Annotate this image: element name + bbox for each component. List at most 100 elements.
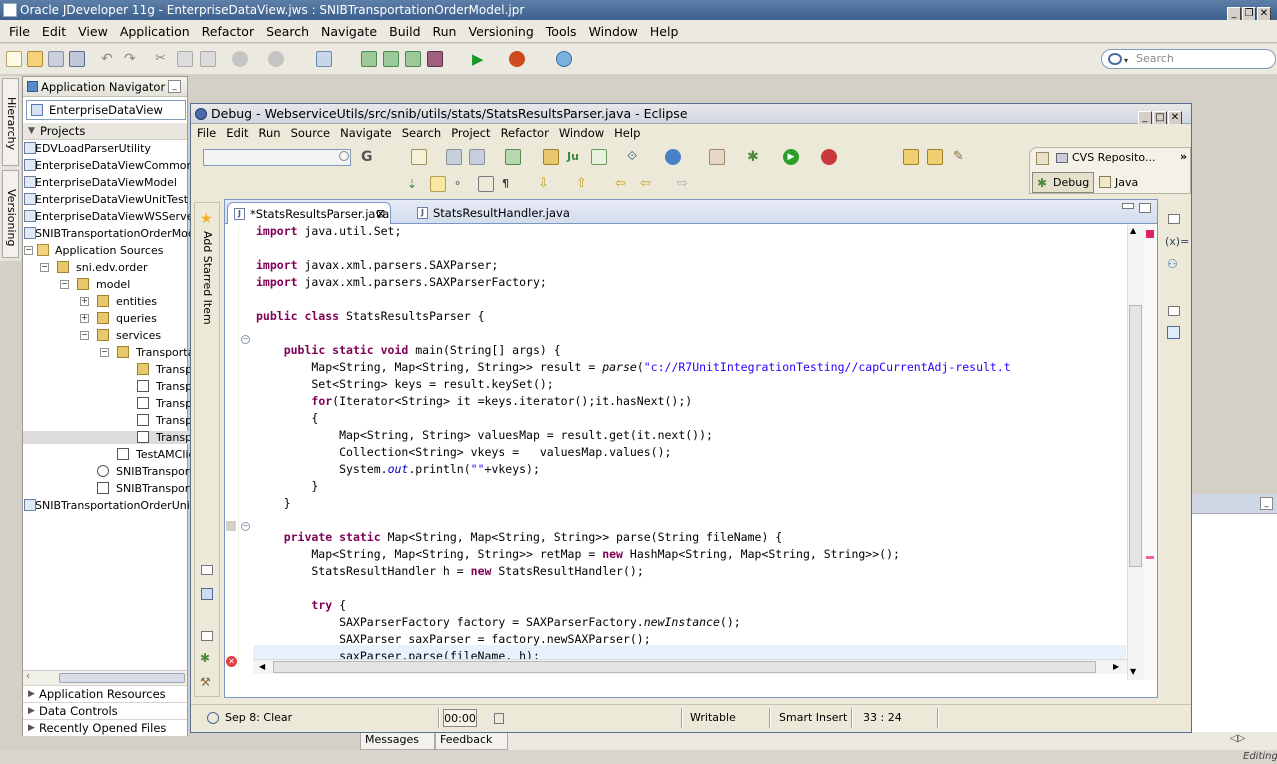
expand-icon[interactable]: +	[80, 297, 89, 306]
copy-icon[interactable]	[177, 51, 193, 67]
globe-icon[interactable]	[665, 149, 681, 165]
star-icon[interactable]: ★	[200, 211, 213, 227]
menu-build[interactable]: Build	[383, 20, 426, 43]
error-marker[interactable]	[1146, 230, 1154, 238]
scroll-left-icon[interactable]: ‹	[26, 671, 30, 682]
error-marker[interactable]	[1146, 556, 1154, 559]
external-tools-icon[interactable]	[821, 149, 837, 165]
minimize-icon[interactable]	[1122, 203, 1134, 209]
new-class-icon[interactable]	[591, 149, 607, 165]
tree-item[interactable]: − services	[23, 327, 161, 344]
make-icon[interactable]	[316, 51, 332, 67]
restore-icon[interactable]: ❐	[1242, 7, 1256, 21]
rebuild-icon[interactable]	[383, 51, 399, 67]
coverage-icon[interactable]	[709, 149, 725, 165]
menu-source[interactable]: Source	[286, 124, 336, 143]
collapse-icon[interactable]: −	[24, 246, 33, 255]
tree-item[interactable]: + entities	[23, 293, 157, 310]
close-icon[interactable]: ✕	[1257, 7, 1271, 21]
paste-icon[interactable]	[200, 51, 216, 67]
debug-bug-icon[interactable]: ✱	[747, 149, 763, 165]
google-search-icon[interactable]: G	[361, 149, 377, 165]
save-icon[interactable]	[446, 149, 462, 165]
folder-icon[interactable]	[927, 149, 943, 165]
tree-item[interactable]: EDVLoadParserUtility	[23, 140, 151, 157]
fold-icon[interactable]: −	[241, 335, 250, 344]
undo-icon[interactable]: ↶	[101, 51, 117, 67]
menu-search[interactable]: Search	[397, 124, 447, 143]
tree-item[interactable]: EnterpriseDataViewUnitTest	[23, 191, 188, 208]
menu-search[interactable]: Search	[260, 20, 315, 43]
build-icon[interactable]	[361, 51, 377, 67]
new-icon[interactable]	[411, 149, 427, 165]
tree-item[interactable]: SNIBTransportationOrderUnitTe	[23, 497, 206, 514]
scroll-up-icon[interactable]: ▲	[1130, 226, 1136, 235]
restore-icon[interactable]	[1168, 214, 1180, 224]
tree-item[interactable]: SNIBTransportationOrderModel	[23, 225, 205, 242]
editor-vertical-scrollbar[interactable]: ▲ ▼	[1127, 225, 1143, 680]
menu-project[interactable]: Project	[446, 124, 495, 143]
error-icon[interactable]: ✕	[226, 656, 237, 667]
collapse-icon[interactable]: −	[80, 331, 89, 340]
open-perspective-icon[interactable]	[1036, 152, 1049, 165]
scroll-left-icon[interactable]: ◀	[259, 660, 265, 674]
redo-icon[interactable]: ↷	[124, 51, 140, 67]
open-icon[interactable]	[27, 51, 43, 67]
editor-horizontal-scrollbar[interactable]: ◀ ▶	[253, 659, 1127, 674]
minimize-icon[interactable]: _	[168, 80, 181, 93]
tree-item[interactable]: Transp	[23, 429, 193, 446]
navigator-horizontal-scrollbar[interactable]: ‹	[23, 670, 187, 685]
task-status[interactable]: Sep 8: Clear	[207, 709, 292, 727]
menu-file[interactable]: File	[0, 20, 36, 43]
tree-item[interactable]: Transp	[23, 412, 192, 429]
scroll-thumb[interactable]	[1129, 305, 1142, 567]
scroll-down-icon[interactable]: ▼	[1130, 667, 1136, 676]
menu-run[interactable]: Run	[427, 20, 463, 43]
perspective-cvs[interactable]: CVS Reposito...	[1056, 149, 1155, 167]
tree-item[interactable]: EnterpriseDataViewCommon	[23, 157, 194, 174]
restore-icon[interactable]	[1168, 306, 1180, 316]
add-starred-item-label[interactable]: Add Starred Item	[201, 231, 214, 325]
fold-icon[interactable]: −	[241, 522, 250, 531]
scroll-right-icon[interactable]: ▶	[1113, 660, 1119, 674]
menu-refactor[interactable]: Refactor	[496, 124, 554, 143]
new-project-icon[interactable]	[543, 149, 559, 165]
close-icon[interactable]: ✕	[1168, 111, 1182, 125]
open-type-icon[interactable]: ⟐	[627, 149, 643, 165]
tree-item[interactable]: EnterpriseDataViewWSServer	[23, 208, 198, 225]
back-icon[interactable]	[232, 51, 248, 67]
menu-help[interactable]: Help	[644, 20, 685, 43]
block-select-icon[interactable]	[478, 176, 494, 192]
tree-item[interactable]: SNIBTransporta	[23, 480, 200, 497]
menu-navigate[interactable]: Navigate	[335, 124, 397, 143]
import-icon[interactable]	[505, 149, 521, 165]
restore-icon[interactable]	[201, 565, 213, 575]
tab-nav-left-icon[interactable]: ◁▷	[1230, 733, 1245, 744]
highlight-icon[interactable]	[430, 176, 446, 192]
menu-edit[interactable]: Edit	[221, 124, 253, 143]
scroll-thumb[interactable]	[59, 673, 185, 683]
run-icon[interactable]: ▶	[783, 149, 799, 165]
expressions-icon[interactable]: (x)=	[1165, 235, 1189, 248]
tab-messages[interactable]: Messages	[360, 732, 435, 750]
collapse-icon[interactable]: −	[60, 280, 69, 289]
restore-icon[interactable]	[201, 631, 213, 641]
perspective-java[interactable]: Java	[1097, 173, 1138, 192]
timer-icon[interactable]	[494, 713, 504, 724]
help-icon[interactable]	[556, 51, 572, 67]
tab-hierarchy[interactable]: Hierarchy	[2, 78, 19, 166]
deploy-icon[interactable]	[405, 51, 421, 67]
menu-tools[interactable]: Tools	[540, 20, 583, 43]
forward-icon[interactable]: ⇨	[677, 176, 693, 192]
tab-stats-results-parser[interactable]: J *StatsResultsParser.java ⊠	[227, 202, 391, 224]
wand-icon[interactable]: ✎	[953, 149, 969, 165]
last-edit-icon[interactable]: ⇦	[615, 176, 631, 192]
tree-item[interactable]: EnterpriseDataViewModel	[23, 174, 177, 191]
tree-item[interactable]: − Transporta	[23, 344, 194, 361]
tree-item[interactable]: Transp	[23, 395, 192, 412]
console-icon[interactable]	[201, 588, 213, 600]
cut-icon[interactable]: ✂	[155, 51, 171, 67]
tree-item[interactable]: − Application Sources	[23, 242, 163, 259]
new-junit-icon[interactable]: Ju	[567, 149, 583, 165]
minimize-icon[interactable]: _	[1138, 111, 1152, 125]
